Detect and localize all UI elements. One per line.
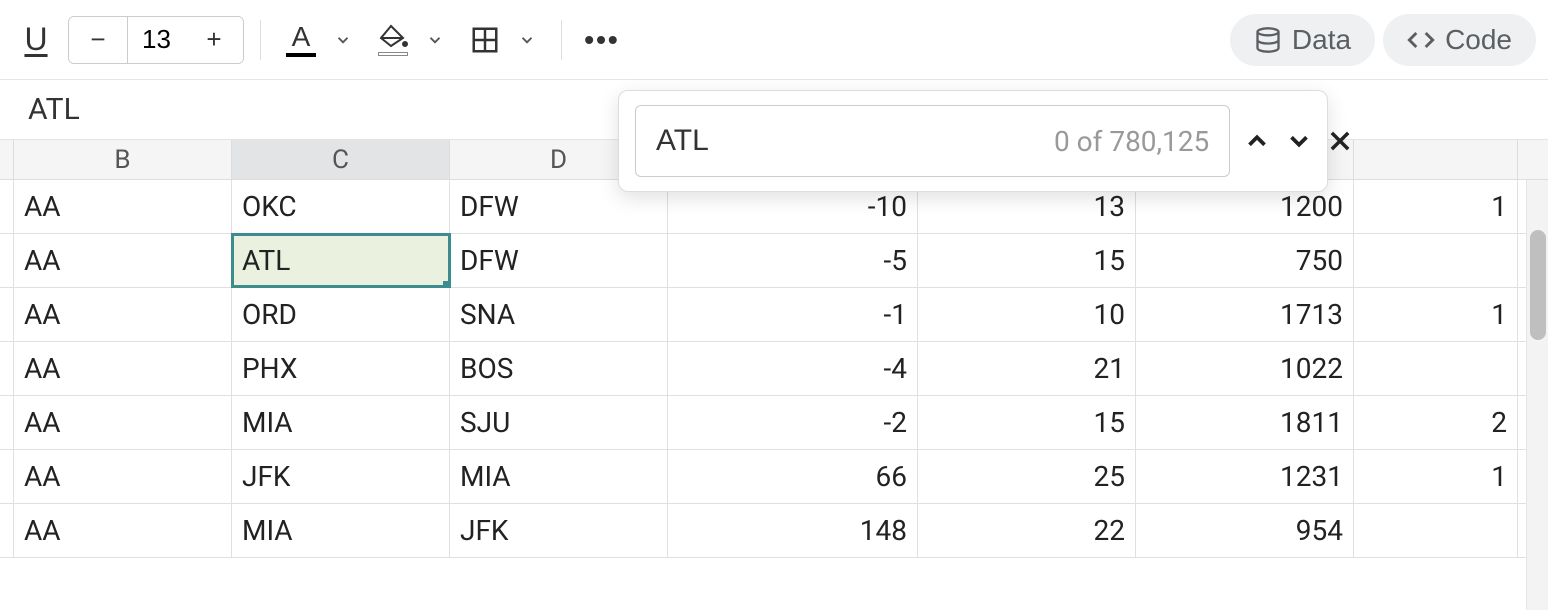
table-row: AAATLDFW-515750 xyxy=(0,234,1548,288)
separator xyxy=(260,20,261,60)
find-close-button[interactable] xyxy=(1326,116,1354,166)
font-size-decrease-button[interactable]: − xyxy=(69,17,127,63)
cell[interactable]: JFK xyxy=(450,504,668,557)
cell[interactable]: -5 xyxy=(668,234,918,287)
font-size-input[interactable] xyxy=(127,17,185,63)
cell[interactable]: -1 xyxy=(668,288,918,341)
cell[interactable]: JFK xyxy=(232,450,450,503)
fill-color-group xyxy=(369,16,453,64)
cell[interactable] xyxy=(1354,504,1518,557)
cell[interactable]: ATL xyxy=(232,234,450,287)
table-row: AAMIAJFK14822954 xyxy=(0,504,1548,558)
table-row: AAORDSNA-11017131 xyxy=(0,288,1548,342)
cell[interactable]: 1231 xyxy=(1136,450,1354,503)
text-color-button[interactable]: A xyxy=(277,16,325,64)
text-color-dropdown[interactable] xyxy=(325,16,361,64)
cell[interactable]: SNA xyxy=(450,288,668,341)
database-icon xyxy=(1254,26,1282,54)
cell[interactable] xyxy=(1354,342,1518,395)
find-input-wrap: 0 of 780,125 xyxy=(635,105,1230,177)
cell[interactable]: 1 xyxy=(1354,180,1518,233)
cell[interactable]: 10 xyxy=(918,288,1136,341)
code-button[interactable]: Code xyxy=(1383,14,1536,66)
cell[interactable]: 1713 xyxy=(1136,288,1354,341)
fill-handle[interactable] xyxy=(443,281,450,287)
borders-dropdown[interactable] xyxy=(509,16,545,64)
data-button[interactable]: Data xyxy=(1230,14,1375,66)
cell[interactable]: -4 xyxy=(668,342,918,395)
chevron-up-icon xyxy=(1242,126,1272,156)
cell[interactable]: 148 xyxy=(668,504,918,557)
code-icon xyxy=(1407,26,1435,54)
cell[interactable]: AA xyxy=(14,288,232,341)
cell[interactable]: 25 xyxy=(918,450,1136,503)
column-header-C[interactable]: C xyxy=(232,140,450,179)
text-color-group: A xyxy=(277,16,361,64)
cell[interactable]: -2 xyxy=(668,396,918,449)
table-row: AAJFKMIA662512311 xyxy=(0,450,1548,504)
find-next-button[interactable] xyxy=(1284,116,1314,166)
spreadsheet-grid: B C D AAOKCDFW-101312001AAATLDFW-515750A… xyxy=(0,140,1548,558)
scrollbar-thumb[interactable] xyxy=(1530,230,1546,340)
close-icon xyxy=(1326,127,1354,155)
cell[interactable]: MIA xyxy=(450,450,668,503)
cell[interactable]: 1811 xyxy=(1136,396,1354,449)
more-menu-button[interactable]: ••• xyxy=(578,16,626,64)
find-input[interactable] xyxy=(656,124,1042,158)
cell[interactable]: 1 xyxy=(1354,450,1518,503)
cell[interactable]: OKC xyxy=(232,180,450,233)
find-prev-button[interactable] xyxy=(1242,116,1272,166)
corner-cell[interactable] xyxy=(0,140,14,179)
toolbar: U − + A xyxy=(0,0,1548,80)
borders-button[interactable] xyxy=(461,16,509,64)
cell[interactable]: 15 xyxy=(918,396,1136,449)
vertical-scrollbar[interactable] xyxy=(1526,180,1548,610)
cell[interactable] xyxy=(1354,234,1518,287)
cell[interactable]: AA xyxy=(14,234,232,287)
cell[interactable]: DFW xyxy=(450,234,668,287)
cell[interactable]: 1 xyxy=(1354,288,1518,341)
cell[interactable]: MIA xyxy=(232,396,450,449)
cell[interactable]: 66 xyxy=(668,450,918,503)
cell[interactable]: BOS xyxy=(450,342,668,395)
fill-color-button[interactable] xyxy=(369,16,417,64)
separator xyxy=(561,20,562,60)
formula-bar-content: ATL xyxy=(28,92,80,127)
cell[interactable]: PHX xyxy=(232,342,450,395)
table-row: AAPHXBOS-4211022 xyxy=(0,342,1548,396)
cell[interactable]: 750 xyxy=(1136,234,1354,287)
cell[interactable]: AA xyxy=(14,504,232,557)
cell[interactable]: AA xyxy=(14,450,232,503)
table-row: AAMIASJU-21518112 xyxy=(0,396,1548,450)
column-header-H[interactable] xyxy=(1354,140,1518,179)
cell[interactable]: AA xyxy=(14,180,232,233)
cell[interactable]: 2 xyxy=(1354,396,1518,449)
cell[interactable]: SJU xyxy=(450,396,668,449)
find-result-count: 0 of 780,125 xyxy=(1054,125,1209,158)
column-header-B[interactable]: B xyxy=(14,140,232,179)
chevron-down-icon xyxy=(1284,126,1314,156)
data-button-label: Data xyxy=(1292,24,1351,56)
cell[interactable]: AA xyxy=(14,342,232,395)
fill-color-dropdown[interactable] xyxy=(417,16,453,64)
underline-button[interactable]: U xyxy=(12,16,60,64)
borders-group xyxy=(461,16,545,64)
cell[interactable]: 1022 xyxy=(1136,342,1354,395)
cell[interactable]: AA xyxy=(14,396,232,449)
code-button-label: Code xyxy=(1445,24,1512,56)
find-panel: 0 of 780,125 xyxy=(618,90,1328,192)
cell[interactable]: 15 xyxy=(918,234,1136,287)
font-size-group: − + xyxy=(68,16,244,64)
cell[interactable]: 954 xyxy=(1136,504,1354,557)
cell[interactable]: MIA xyxy=(232,504,450,557)
cell[interactable]: ORD xyxy=(232,288,450,341)
font-size-increase-button[interactable]: + xyxy=(185,17,243,63)
cell[interactable]: 21 xyxy=(918,342,1136,395)
cell[interactable]: 22 xyxy=(918,504,1136,557)
